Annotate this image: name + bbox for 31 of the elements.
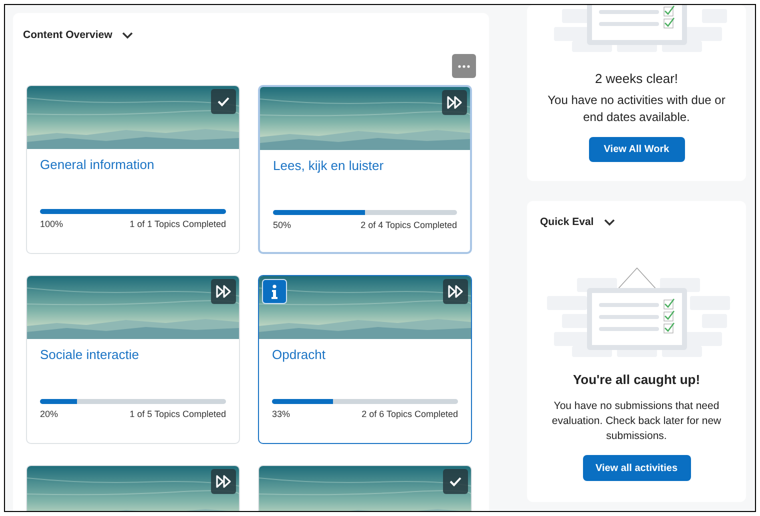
panel-title: Content Overview [23,29,112,41]
chevron-down-icon[interactable] [122,32,134,38]
tile-title[interactable]: Lees, kijk en luister [273,158,457,210]
checkmark-icon [211,89,236,114]
widget-title: Quick Eval [540,216,594,228]
empty-message: You have no activities with due or end dates available. [546,92,726,126]
empty-heading: 2 weeks clear! [594,71,680,86]
course-tile[interactable]: Sociale interactie 20% 1 of 5 Topics Completed [26,275,240,444]
view-all-work-button[interactable]: View All Work [588,137,684,162]
info-icon[interactable] [262,279,287,304]
course-tile[interactable]: General information 100% 1 of 1 Topics Completed [26,85,240,254]
topics-completed: 2 of 6 Topics Completed [362,409,458,419]
more-button[interactable] [452,54,476,78]
percent-label: 50% [273,220,292,230]
chevron-down-icon[interactable] [604,218,615,226]
tile-title[interactable]: Opdracht [272,347,458,399]
percent-label: 33% [272,409,290,419]
view-all-activities-button[interactable]: View all activities [582,455,690,481]
checkmark-icon [443,469,468,494]
percent-label: 20% [40,409,58,419]
more-icon [458,64,470,68]
course-tile[interactable]: Lees, kijk en luister 50% 2 of 4 Topics Completed [258,85,472,254]
topics-completed: 1 of 5 Topics Completed [130,409,226,419]
empty-heading: You're all caught up! [572,372,702,387]
topics-completed: 1 of 1 Topics Completed [130,219,226,229]
course-tile[interactable]: Opdracht 33% 2 of 6 Topics Completed [258,275,472,444]
empty-message: You have no submissions that need evaluation. Check back later for new submissions. [552,399,722,444]
tile-title[interactable]: Sociale interactie [40,347,226,399]
topics-completed: 2 of 4 Topics Completed [360,220,457,230]
percent-label: 100% [40,219,64,229]
tile-title[interactable]: General information [40,157,226,209]
